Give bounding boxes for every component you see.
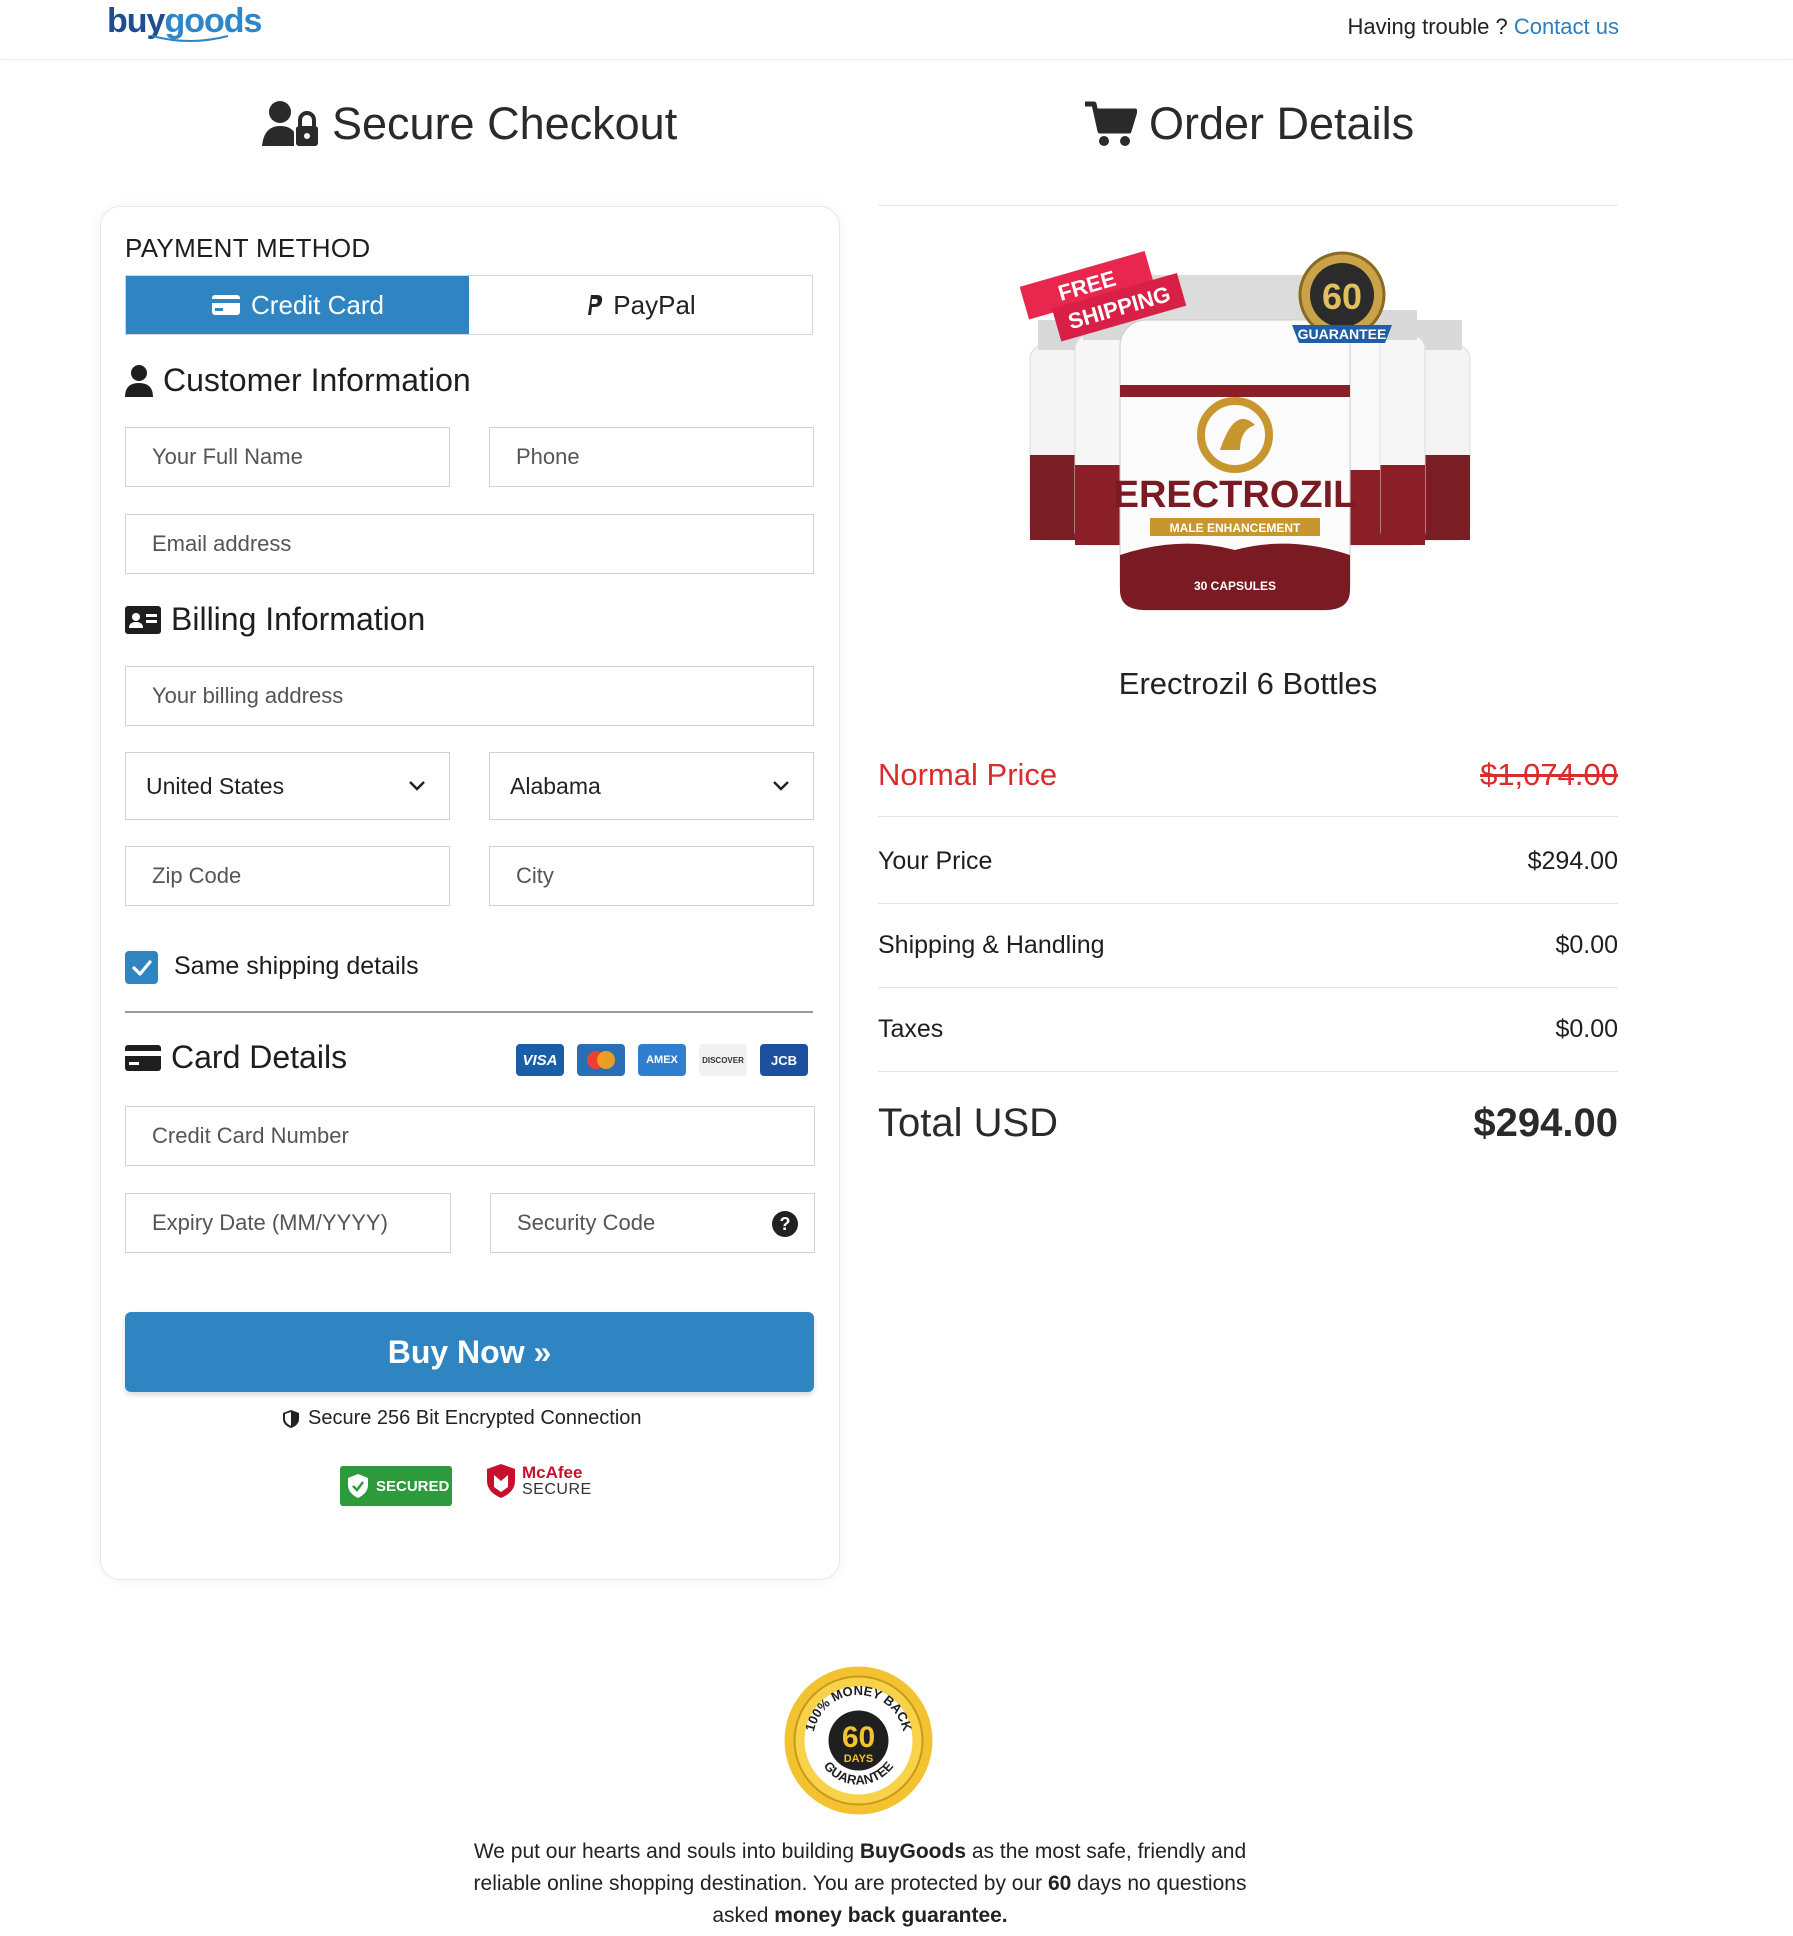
billing-info-heading: Billing Information	[125, 601, 425, 638]
state-select[interactable]: Alabama	[489, 752, 814, 820]
zip-code-input[interactable]: Zip Code	[125, 846, 450, 906]
mastercard-icon	[577, 1044, 625, 1076]
taxes-label: Taxes	[878, 1015, 944, 1043]
your-price-value: $294.00	[1527, 847, 1618, 875]
shield-icon	[283, 1409, 299, 1428]
svg-text:30 CAPSULES: 30 CAPSULES	[1194, 579, 1276, 593]
paypal-icon	[588, 295, 603, 315]
chevron-down-icon	[409, 781, 425, 791]
card-details-title: Card Details	[171, 1039, 348, 1075]
card-logos: VISA AMEX DISCOVER JCB	[516, 1044, 808, 1076]
guarantee-description: We put our hearts and souls into buildin…	[473, 1840, 1247, 1927]
svg-text:MALE ENHANCEMENT: MALE ENHANCEMENT	[1170, 521, 1301, 535]
user-icon	[125, 364, 153, 397]
your-price-label: Your Price	[878, 847, 993, 875]
secure-checkout-title: Secure Checkout	[332, 98, 678, 149]
total-row: Total USD $294.00	[878, 1081, 1618, 1165]
mcafee-shield-icon	[487, 1464, 515, 1498]
normal-price-row: Normal Price $1,074.00	[878, 733, 1618, 817]
total-value: $294.00	[1473, 1100, 1618, 1145]
checkmark-icon	[131, 959, 152, 976]
tab-credit-card-label: Credit Card	[251, 289, 384, 320]
trust-secured-badge: SECURED	[340, 1466, 452, 1506]
help-text: Having trouble ? Contact us	[1347, 14, 1619, 39]
full-name-input[interactable]: Your Full Name	[125, 427, 450, 487]
your-price-row: Your Price $294.00	[878, 820, 1618, 904]
user-lock-icon	[262, 101, 318, 146]
same-shipping-checkbox[interactable]	[125, 951, 158, 984]
normal-price-label: Normal Price	[878, 756, 1058, 792]
shield-check-icon	[348, 1474, 368, 1498]
shipping-label: Shipping & Handling	[878, 931, 1105, 959]
payment-method-tabs: Credit Card PayPal	[125, 275, 813, 335]
card-details-heading: Card Details	[125, 1039, 347, 1076]
state-select-value: Alabama	[510, 772, 601, 799]
country-select[interactable]: United States	[125, 752, 450, 820]
billing-address-input[interactable]: Your billing address	[125, 666, 814, 726]
tab-paypal[interactable]: PayPal	[469, 276, 812, 334]
discover-icon: DISCOVER	[699, 1044, 747, 1076]
secure-checkout-heading: Secure Checkout	[262, 98, 677, 150]
chevron-down-icon	[773, 781, 789, 791]
taxes-row: Taxes $0.00	[878, 988, 1618, 1072]
country-select-value: United States	[146, 772, 285, 799]
credit-card-icon	[125, 1044, 161, 1071]
svg-text:60: 60	[842, 1721, 875, 1754]
svg-text:60: 60	[1322, 276, 1362, 317]
secure-connection-text: Secure 256 Bit Encrypted Connection	[282, 1407, 642, 1430]
money-back-guarantee-seal: 100% MONEY BACK GUARANTEE 60 DAYS	[784, 1666, 933, 1815]
total-label: Total USD	[878, 1100, 1059, 1145]
expiry-date-input[interactable]: Expiry Date (MM/YYYY)	[125, 1193, 451, 1253]
email-input[interactable]: Email address	[125, 514, 814, 574]
jcb-icon: JCB	[760, 1044, 808, 1076]
contact-us-link[interactable]: Contact us	[1514, 14, 1619, 39]
customer-info-heading: Customer Information	[125, 362, 471, 399]
id-card-icon	[125, 605, 161, 634]
amex-icon: AMEX	[638, 1044, 686, 1076]
billing-info-title: Billing Information	[171, 601, 426, 637]
card-number-input[interactable]: Credit Card Number	[125, 1106, 815, 1166]
visa-icon: VISA	[516, 1044, 564, 1076]
security-code-placeholder: Security Code	[517, 1210, 656, 1235]
top-bar: buygoods Having trouble ? Contact us	[0, 0, 1793, 60]
svg-text:GUARANTEE: GUARANTEE	[1298, 326, 1387, 342]
shopping-cart-icon	[1085, 101, 1137, 146]
same-shipping-label[interactable]: Same shipping details	[174, 952, 419, 981]
customer-info-title: Customer Information	[163, 362, 471, 398]
phone-input[interactable]: Phone	[489, 427, 814, 487]
city-input[interactable]: City	[489, 846, 814, 906]
order-details-title: Order Details	[1149, 98, 1415, 149]
buy-now-button[interactable]: Buy Now »	[125, 1312, 814, 1392]
shipping-row: Shipping & Handling $0.00	[878, 904, 1618, 988]
mcafee-secure-badge: McAfee SECURE	[486, 1463, 592, 1499]
order-divider	[878, 205, 1618, 206]
tab-credit-card[interactable]: Credit Card	[126, 276, 469, 334]
credit-card-icon	[212, 295, 241, 315]
svg-text:DAYS: DAYS	[844, 1753, 874, 1765]
normal-price-value: $1,074.00	[1480, 756, 1618, 792]
logo-swoosh-icon	[151, 35, 229, 42]
taxes-value: $0.00	[1555, 1015, 1618, 1043]
product-image: ERECTROZIL MALE ENHANCEMENT 30 CAPSULES …	[1020, 251, 1471, 611]
payment-method-label: PAYMENT METHOD	[125, 233, 371, 263]
sixty-day-guarantee-badge: 60 GUARANTEE	[1292, 251, 1392, 343]
security-code-input[interactable]: Security Code ?	[490, 1193, 815, 1253]
question-circle-icon[interactable]: ?	[772, 1211, 798, 1237]
shipping-value: $0.00	[1555, 931, 1618, 959]
tab-paypal-label: PayPal	[613, 289, 696, 320]
svg-text:ERECTROZIL: ERECTROZIL	[1114, 474, 1357, 516]
section-divider	[125, 1011, 813, 1013]
order-details-heading: Order Details	[1085, 98, 1414, 150]
product-name: Erectrozil 6 Bottles	[1118, 666, 1378, 701]
